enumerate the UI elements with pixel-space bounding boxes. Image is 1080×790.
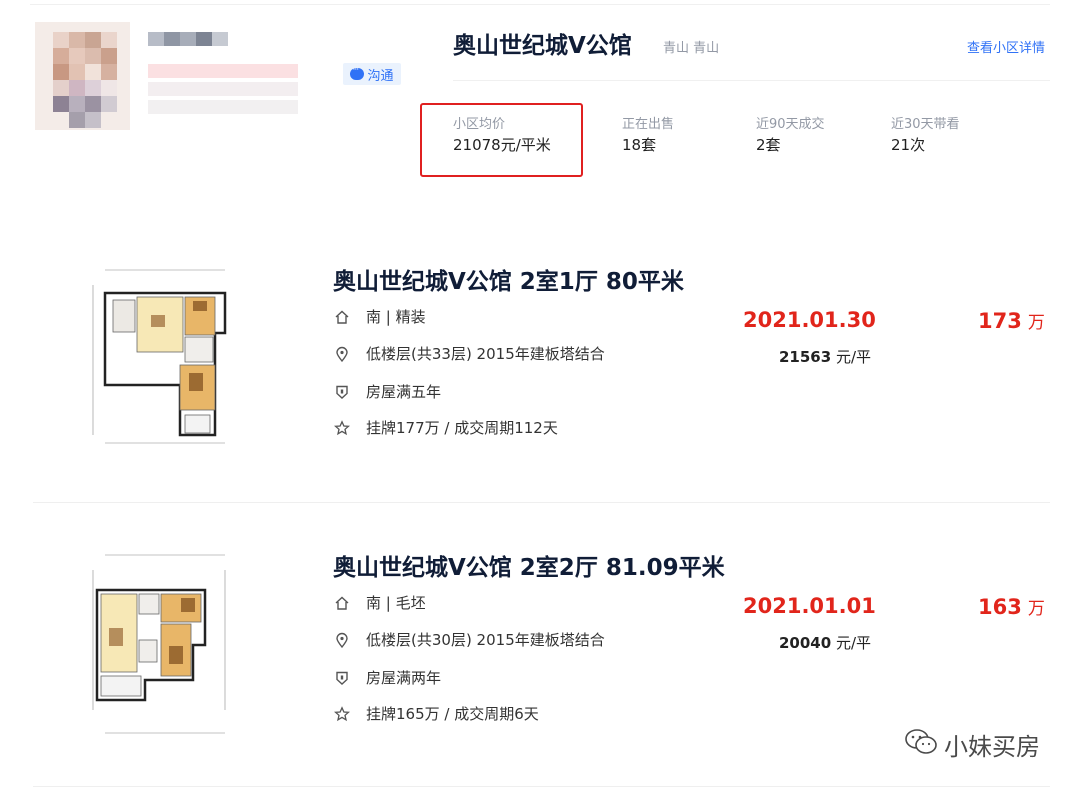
listing-price-cycle: 挂牌177万 / 成交周期112天 xyxy=(333,417,558,438)
stat-avg-price-label: 小区均价 xyxy=(453,117,506,132)
listing-divider xyxy=(33,502,1050,503)
location-pin-icon xyxy=(333,345,351,363)
agent-avatar[interactable] xyxy=(35,22,130,130)
location-pin-icon xyxy=(333,631,351,649)
top-divider xyxy=(30,4,1050,5)
stat-on-sale-value: 18套 xyxy=(622,136,657,154)
listing-price-cycle: 挂牌165万 / 成交周期6天 xyxy=(333,703,539,724)
stat-90d-deals-value: 2套 xyxy=(756,136,781,154)
star-icon xyxy=(333,419,351,437)
stat-90d-deals-label: 近90天成交 xyxy=(756,117,825,132)
total-price: 173 万 xyxy=(978,309,1045,333)
community-detail-link[interactable]: 查看小区详情 xyxy=(967,37,1045,56)
community-name: 奥山世纪城V公馆 xyxy=(453,33,632,59)
deal-date: 2021.01.30 xyxy=(743,308,876,332)
listing-title[interactable]: 奥山世纪城V公馆 2室2厅 81.09平米 xyxy=(333,548,725,582)
star-icon xyxy=(333,705,351,723)
floorplan-image[interactable] xyxy=(85,550,235,740)
header-divider xyxy=(453,80,1050,81)
listing-tenure: 房屋满两年 xyxy=(333,667,441,688)
listing-orientation: 南 | 毛坯 xyxy=(333,592,426,613)
wechat-icon xyxy=(904,728,938,762)
house-icon xyxy=(333,308,351,326)
house-icon xyxy=(333,594,351,612)
listing-tenure: 房屋满五年 xyxy=(333,381,441,402)
community-area: 青山 青山 xyxy=(663,41,720,56)
watermark: 小妹买房 xyxy=(904,727,1040,762)
unit-price: 21563 元/平 xyxy=(779,348,872,366)
deal-date: 2021.01.01 xyxy=(743,594,876,618)
agent-name-blurred xyxy=(148,28,228,50)
listing-floor: 低楼层(共33层) 2015年建板塔结合 xyxy=(333,343,605,364)
chat-button-label: 沟通 xyxy=(367,68,394,84)
listing-orientation: 南 | 精装 xyxy=(333,306,426,327)
chat-button[interactable]: 沟通 xyxy=(343,63,401,85)
stat-30d-visits-label: 近30天带看 xyxy=(891,117,960,132)
stat-30d-visits-value: 21次 xyxy=(891,136,926,154)
stat-avg-price-value: 21078元/平米 xyxy=(453,136,551,154)
agent-info-blurred xyxy=(148,62,298,122)
floorplan-image[interactable] xyxy=(85,265,235,455)
listing-title[interactable]: 奥山世纪城V公馆 2室1厅 80平米 xyxy=(333,262,684,296)
chat-bubble-icon xyxy=(350,65,365,80)
shield-icon xyxy=(333,669,351,687)
listing-floor: 低楼层(共30层) 2015年建板塔结合 xyxy=(333,629,605,650)
total-price: 163 万 xyxy=(978,595,1045,619)
unit-price: 20040 元/平 xyxy=(779,634,872,652)
shield-icon xyxy=(333,383,351,401)
stat-on-sale-label: 正在出售 xyxy=(622,117,675,132)
listing-divider xyxy=(33,786,1050,787)
